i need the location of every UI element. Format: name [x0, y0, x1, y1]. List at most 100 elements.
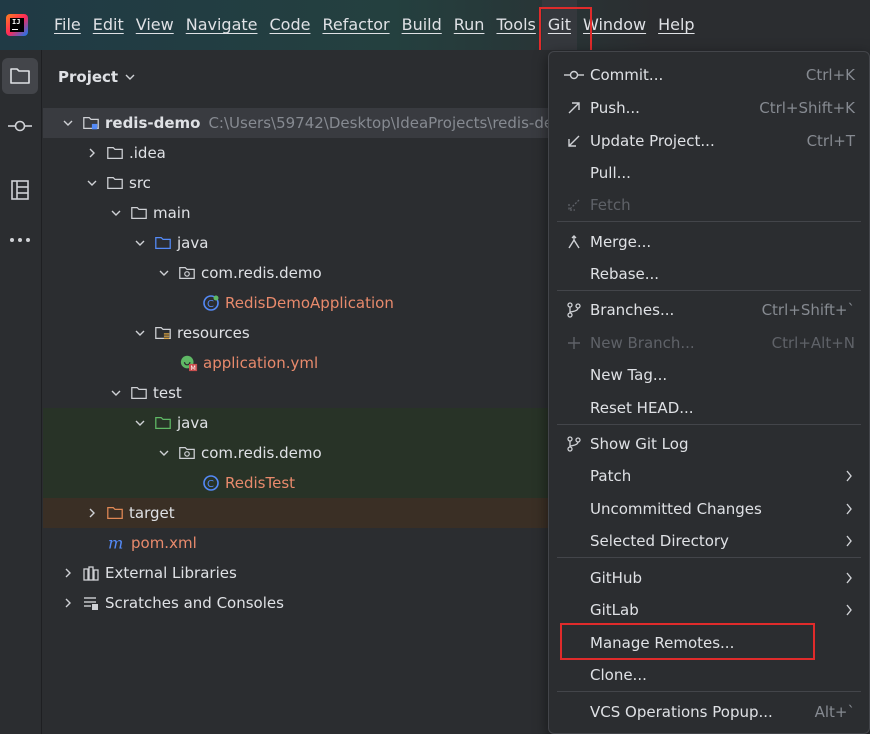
chevron-right-icon: [846, 604, 852, 616]
project-panel-header[interactable]: Project: [58, 68, 136, 86]
menu-item-manage-remotes[interactable]: Manage Remotes...: [555, 628, 863, 658]
more-icon[interactable]: [2, 222, 38, 258]
git-log-icon: [563, 433, 585, 455]
menu-item-uncommitted-changes[interactable]: Uncommitted Changes: [555, 494, 863, 524]
git-dropdown-menu: Commit... Ctrl+K Push... Ctrl+Shift+K Up…: [548, 51, 870, 734]
menu-separator: [557, 424, 861, 425]
menu-item-shortcut: Ctrl+K: [805, 66, 855, 84]
menu-item-clone[interactable]: Clone...: [555, 660, 863, 690]
project-folder-icon[interactable]: [2, 58, 38, 94]
commit-icon[interactable]: [2, 108, 38, 144]
menu-item-pull[interactable]: Pull...: [555, 158, 863, 188]
menu-refactor[interactable]: Refactor: [316, 0, 395, 50]
chevron-down-icon[interactable]: [108, 385, 124, 401]
menu-item-push[interactable]: Push... Ctrl+Shift+K: [555, 93, 863, 123]
structure-icon[interactable]: [2, 172, 38, 208]
chevron-down-icon[interactable]: [132, 415, 148, 431]
tree-label: main: [153, 204, 191, 222]
menu-item-label: Rebase...: [590, 265, 660, 283]
menu-git[interactable]: Git: [541, 0, 577, 50]
chevron-right-icon[interactable]: [60, 595, 76, 611]
menu-item-vcs-operations-popup[interactable]: VCS Operations Popup... Alt+`: [555, 697, 863, 727]
menu-help[interactable]: Help: [652, 0, 700, 50]
chevron-down-icon[interactable]: [132, 325, 148, 341]
menu-item-branches[interactable]: Branches... Ctrl+Shift+`: [555, 295, 863, 325]
chevron-right-icon[interactable]: [60, 565, 76, 581]
tree-label: RedisTest: [225, 474, 296, 492]
tree-label: redis-demo: [105, 114, 201, 132]
menu-tools[interactable]: Tools: [490, 0, 541, 50]
menu-item-label: Push...: [590, 99, 640, 117]
arrow-up-right-icon: [563, 97, 585, 119]
menu-edit[interactable]: Edit: [87, 0, 130, 50]
tree-label: target: [129, 504, 175, 522]
menu-code[interactable]: Code: [264, 0, 317, 50]
menu-separator: [557, 221, 861, 222]
tree-label: External Libraries: [105, 564, 237, 582]
chevron-down-icon[interactable]: [84, 175, 100, 191]
menu-item-merge[interactable]: Merge...: [555, 227, 863, 257]
menu-item-show-git-log[interactable]: Show Git Log: [555, 429, 863, 459]
menu-item-commit[interactable]: Commit... Ctrl+K: [555, 60, 863, 90]
chevron-right-icon[interactable]: [84, 145, 100, 161]
chevron-down-icon[interactable]: [156, 265, 172, 281]
tree-label: java: [177, 414, 209, 432]
menu-item-label: Clone...: [590, 666, 647, 684]
menu-item-rebase[interactable]: Rebase...: [555, 259, 863, 289]
maven-icon: m: [108, 534, 126, 552]
folder-icon: [106, 144, 124, 162]
menu-item-new-tag[interactable]: New Tag...: [555, 360, 863, 390]
chevron-down-icon[interactable]: [60, 115, 76, 131]
menu-file[interactable]: File: [48, 0, 87, 50]
package-icon: [178, 444, 196, 462]
menu-navigate[interactable]: Navigate: [180, 0, 264, 50]
menu-item-update-project[interactable]: Update Project... Ctrl+T: [555, 126, 863, 156]
menu-item-label: Uncommitted Changes: [590, 500, 762, 518]
menu-item-shortcut: Ctrl+T: [806, 132, 855, 150]
menu-separator: [557, 290, 861, 291]
tree-label: test: [153, 384, 182, 402]
chevron-right-icon: [846, 470, 852, 482]
chevron-right-icon[interactable]: [84, 505, 100, 521]
test-class-icon: C: [202, 474, 220, 492]
library-icon: [82, 564, 100, 582]
chevron-right-icon: [846, 535, 852, 547]
menu-run[interactable]: Run: [448, 0, 491, 50]
chevron-down-icon[interactable]: [132, 235, 148, 251]
tool-window-strip: [0, 50, 42, 734]
tree-label: com.redis.demo: [201, 264, 322, 282]
chevron-down-icon[interactable]: [156, 445, 172, 461]
tree-label: RedisDemoApplication: [225, 294, 394, 312]
menu-item-selected-directory[interactable]: Selected Directory: [555, 526, 863, 556]
tree-label: pom.xml: [131, 534, 197, 552]
excluded-folder-icon: [106, 504, 124, 522]
menu-window[interactable]: Window: [577, 0, 652, 50]
menu-item-github[interactable]: GitHub: [555, 563, 863, 593]
menu-item-reset-head[interactable]: Reset HEAD...: [555, 393, 863, 423]
menu-item-label: Branches...: [590, 301, 675, 319]
menu-item-patch[interactable]: Patch: [555, 461, 863, 491]
menu-item-label: VCS Operations Popup...: [590, 703, 773, 721]
menu-separator: [557, 691, 861, 692]
menu-item-label: GitLab: [590, 601, 639, 619]
intellij-logo-icon[interactable]: IJ: [6, 14, 28, 36]
menu-build[interactable]: Build: [396, 0, 448, 50]
folder-icon: [106, 174, 124, 192]
menu-view[interactable]: View: [130, 0, 180, 50]
menu-item-label: Show Git Log: [590, 435, 689, 453]
menu-item-gitlab[interactable]: GitLab: [555, 595, 863, 625]
spring-config-icon: M: [180, 354, 198, 372]
arrow-down-left-icon: [563, 130, 585, 152]
menu-item-label: Pull...: [590, 164, 631, 182]
tree-label: com.redis.demo: [201, 444, 322, 462]
menu-item-label: Merge...: [590, 233, 652, 251]
menu-item-shortcut: Ctrl+Shift+`: [761, 301, 855, 319]
chevron-down-icon[interactable]: [108, 205, 124, 221]
menu-item-fetch[interactable]: Fetch: [555, 190, 863, 220]
menu-item-label: GitHub: [590, 569, 642, 587]
main-menubar: IJ File Edit View Navigate Code Refactor…: [0, 0, 870, 50]
fetch-icon: [563, 194, 585, 216]
svg-text:C: C: [207, 299, 214, 310]
menu-item-new-branch[interactable]: New Branch... Ctrl+Alt+N: [555, 328, 863, 358]
chevron-right-icon: [846, 503, 852, 515]
